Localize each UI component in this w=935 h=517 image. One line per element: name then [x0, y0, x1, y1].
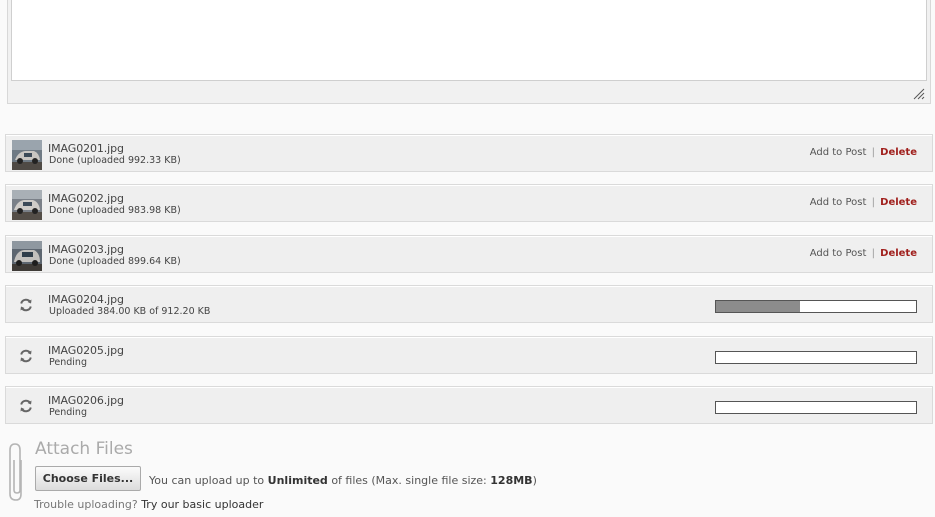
basic-uploader-link[interactable]: Try our basic uploader	[141, 498, 263, 511]
file-name: IMAG0205.jpg	[48, 343, 124, 357]
refresh-icon	[20, 298, 32, 312]
choose-files-button[interactable]: Choose Files...	[35, 466, 141, 491]
file-status: Done (uploaded 992.33 KB)	[49, 155, 181, 166]
info-limit: Unlimited	[267, 474, 328, 487]
upload-file-list: IMAG0201.jpg Done (uploaded 992.33 KB) A…	[5, 134, 933, 436]
file-status: Done (uploaded 899.64 KB)	[49, 255, 181, 267]
info-size: 128MB	[490, 474, 533, 487]
file-row: IMAG0202.jpg Done (uploaded 983.98 KB) A…	[5, 184, 933, 223]
add-to-post-link[interactable]: Add to Post	[810, 147, 867, 158]
file-status: Done (uploaded 983.98 KB)	[49, 205, 181, 217]
delete-link[interactable]: Delete	[880, 147, 917, 158]
file-row: IMAG0201.jpg Done (uploaded 992.33 KB) A…	[5, 134, 933, 172]
editor-container	[7, 0, 931, 104]
info-prefix: You can upload up to	[149, 474, 265, 487]
file-row: IMAG0203.jpg Done (uploaded 899.64 KB) A…	[5, 234, 933, 273]
attach-files-section: Attach Files Choose Files... You can upl…	[0, 434, 935, 517]
trouble-label: Trouble uploading?	[34, 498, 138, 511]
file-actions: Add to Post | Delete	[810, 248, 917, 259]
file-name: IMAG0203.jpg	[48, 242, 124, 256]
upload-progress-bar	[715, 400, 917, 414]
file-thumbnail	[12, 240, 42, 271]
progress-fill	[716, 301, 801, 313]
file-name: IMAG0206.jpg	[48, 393, 124, 407]
attach-files-title: Attach Files	[35, 439, 133, 459]
file-status: Pending	[49, 356, 87, 368]
action-separator: |	[871, 247, 875, 259]
file-row: IMAG0205.jpg Pending	[5, 335, 933, 374]
upload-progress-bar	[715, 350, 917, 364]
file-actions: Add to Post | Delete	[810, 197, 917, 208]
delete-link[interactable]: Delete	[880, 197, 917, 208]
post-textarea[interactable]	[11, 0, 927, 81]
resize-grip-icon[interactable]	[913, 88, 925, 100]
action-separator: |	[871, 147, 875, 158]
delete-link[interactable]: Delete	[880, 248, 917, 259]
file-thumbnail	[12, 140, 42, 170]
info-suffix: )	[532, 474, 537, 487]
action-separator: |	[871, 197, 875, 209]
paperclip-icon	[9, 443, 22, 501]
refresh-icon	[20, 349, 32, 362]
add-to-post-link[interactable]: Add to Post	[810, 248, 867, 259]
file-status: Pending	[49, 406, 87, 418]
file-actions: Add to Post | Delete	[810, 147, 917, 158]
file-row: IMAG0206.jpg Pending	[5, 385, 933, 424]
file-name: IMAG0202.jpg	[48, 192, 124, 206]
refresh-icon	[20, 399, 32, 413]
file-status: Uploaded 384.00 KB of 912.20 KB	[49, 306, 211, 318]
file-name: IMAG0204.jpg	[48, 293, 124, 307]
trouble-uploading-text: Trouble uploading? Try our basic uploade…	[34, 498, 263, 511]
file-thumbnail	[12, 190, 42, 221]
file-row: IMAG0204.jpg Uploaded 384.00 KB of 912.2…	[5, 285, 933, 324]
upload-progress-bar	[715, 300, 917, 314]
add-to-post-link[interactable]: Add to Post	[810, 197, 867, 208]
info-middle: of files (Max. single file size:	[331, 474, 487, 487]
file-name: IMAG0201.jpg	[48, 142, 124, 155]
upload-limits-text: You can upload up to Unlimited of files …	[149, 474, 537, 487]
